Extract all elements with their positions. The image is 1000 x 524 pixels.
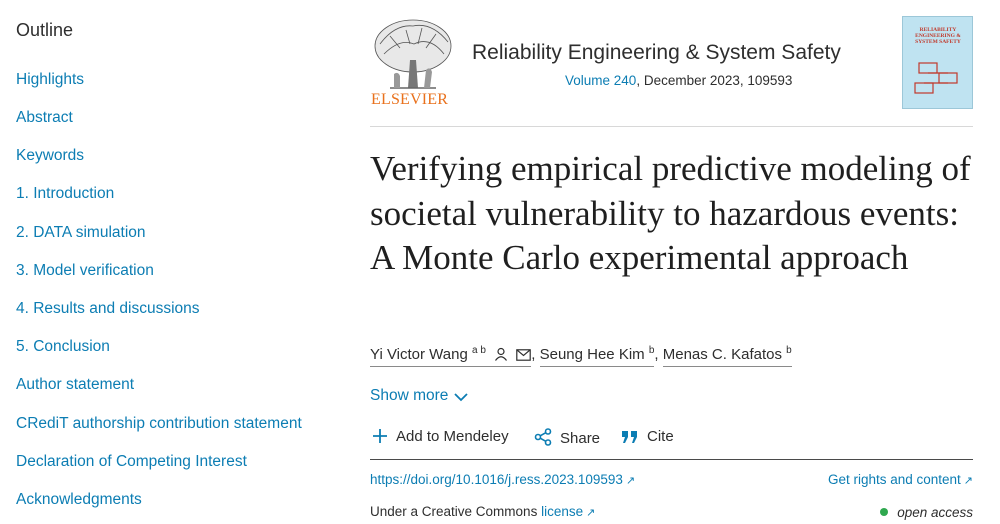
volume-link[interactable]: Volume 240 <box>565 73 636 88</box>
issue-info: Volume 240, December 2023, 109593 <box>565 73 792 88</box>
share-icon <box>534 428 552 446</box>
author-yi-victor-wang[interactable]: Yi Victor Wang a b <box>370 345 532 367</box>
author-separator: , <box>654 346 663 363</box>
share-button[interactable]: Share <box>534 428 600 447</box>
author-list: Yi Victor Wang a b , Seung Hee Kim b, Me… <box>370 345 792 367</box>
cite-label: Cite <box>647 428 674 445</box>
header-divider <box>370 126 973 127</box>
outline-item-keywords[interactable]: Keywords <box>16 147 84 165</box>
journal-title-link[interactable]: Reliability Engineering & System Safety <box>472 41 841 65</box>
doi-link[interactable]: https://doi.org/10.1016/j.ress.2023.1095… <box>370 472 635 487</box>
article-main: ELSEVIER Reliability Engineering & Syste… <box>370 0 974 524</box>
open-access-dot-icon <box>880 508 889 516</box>
issue-date: , December 2023, 109593 <box>636 73 793 88</box>
outline-item-acknowledgments[interactable]: Acknowledgments <box>16 491 142 509</box>
get-rights-link[interactable]: Get rights and content ↗ <box>828 472 973 487</box>
quote-icon <box>622 431 637 443</box>
person-icon[interactable] <box>494 347 508 361</box>
license-link[interactable]: license ↗ <box>541 504 595 519</box>
plus-icon <box>373 429 387 443</box>
cover-title-text: RELIABILITY ENGINEERING & SYSTEM SAFETY <box>915 27 961 45</box>
cover-illustration <box>914 62 958 94</box>
outline-item-introduction[interactable]: 1. Introduction <box>16 185 114 203</box>
mail-icon[interactable] <box>516 349 532 361</box>
outline-heading: Outline <box>16 20 74 40</box>
outline-item-model-verification[interactable]: 3. Model verification <box>16 262 154 280</box>
author-affiliation-sup: b <box>786 345 792 356</box>
outline-item-results[interactable]: 4. Results and discussions <box>16 300 200 318</box>
author-affiliation-sup: a b <box>472 345 486 356</box>
external-link-icon: ↗ <box>963 475 973 487</box>
publisher-name: ELSEVIER <box>371 91 449 108</box>
outline-item-author-statement[interactable]: Author statement <box>16 376 134 394</box>
author-seung-hee-kim[interactable]: Seung Hee Kim b <box>539 345 655 367</box>
show-more-label: Show more <box>370 387 449 404</box>
author-menas-c-kafatos[interactable]: Menas C. Kafatos b <box>662 345 792 367</box>
author-name: Seung Hee Kim <box>539 346 645 363</box>
author-name: Yi Victor Wang <box>370 346 468 363</box>
doi-text: https://doi.org/10.1016/j.ress.2023.1095… <box>370 472 623 487</box>
chevron-down-icon <box>454 393 469 402</box>
outline-item-highlights[interactable]: Highlights <box>16 71 84 89</box>
outline-item-competing-interest[interactable]: Declaration of Competing Interest <box>16 453 247 471</box>
outline-sidebar: Outline Highlights Abstract Keywords 1. … <box>0 0 340 524</box>
cite-button[interactable]: Cite <box>621 428 674 445</box>
journal-cover-image[interactable]: RELIABILITY ENGINEERING & SYSTEM SAFETY <box>902 16 973 109</box>
open-access-label: open access <box>897 505 973 520</box>
license-link-text: license <box>541 504 584 519</box>
article-title: Verifying empirical predictive modeling … <box>370 149 971 277</box>
add-to-mendeley-button[interactable]: Add to Mendeley <box>372 428 509 445</box>
outline-item-data-simulation[interactable]: 2. DATA simulation <box>16 224 146 242</box>
outline-item-abstract[interactable]: Abstract <box>16 109 73 127</box>
open-access-badge: open access <box>880 505 973 520</box>
external-link-icon: ↗ <box>586 507 596 519</box>
show-more-button[interactable]: Show more <box>370 387 469 405</box>
actions-divider <box>370 459 973 460</box>
share-label: Share <box>560 430 601 447</box>
rights-text: Get rights and content <box>827 472 961 487</box>
license-info: Under a Creative Commons license ↗ <box>370 504 595 519</box>
outline-item-credit[interactable]: CRediT authorship contribution statement <box>16 415 302 433</box>
author-separator: , <box>531 346 540 363</box>
mendeley-label: Add to Mendeley <box>396 428 509 445</box>
outline-item-conclusion[interactable]: 5. Conclusion <box>16 338 110 356</box>
license-prefix: Under a Creative Commons <box>370 504 542 519</box>
author-name: Menas C. Kafatos <box>662 346 782 363</box>
external-link-icon: ↗ <box>625 475 636 487</box>
